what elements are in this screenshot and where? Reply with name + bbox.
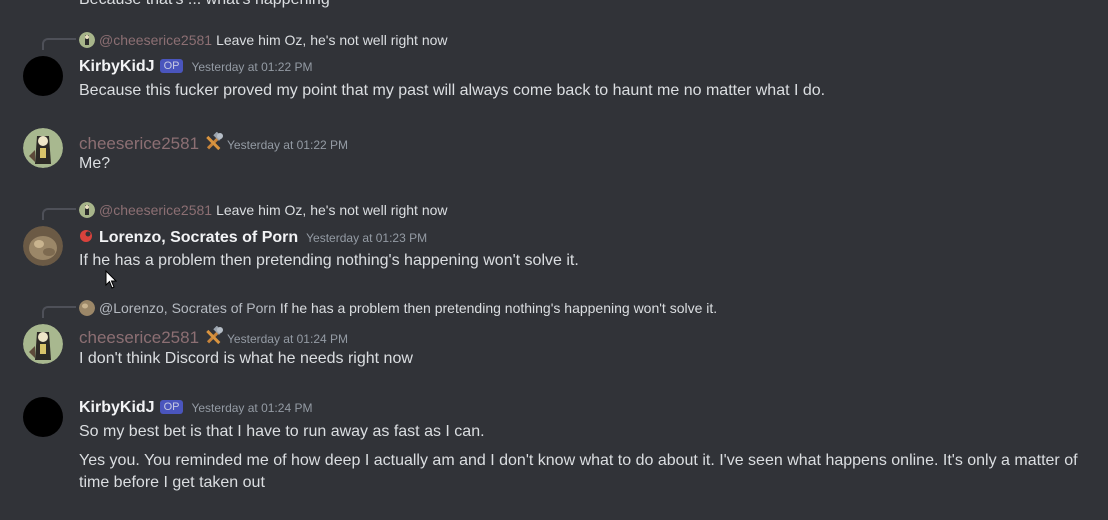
message-content: If he has a problem then pretending noth…: [79, 252, 579, 269]
reply-connector: [42, 306, 76, 318]
username[interactable]: cheeserice2581: [79, 328, 199, 348]
message-content: Yes you. You reminded me of how deep I a…: [79, 452, 1078, 491]
avatar[interactable]: [23, 324, 63, 364]
reply-author[interactable]: @Lorenzo, Socrates of Porn: [99, 300, 276, 316]
red-role-icon: [80, 230, 92, 242]
username[interactable]: Lorenzo, Socrates of Porn: [99, 229, 298, 247]
timestamp: Yesterday at 01:24 PM: [227, 332, 348, 346]
reply-preview[interactable]: @cheeserice2581 Leave him Oz, he's not w…: [79, 201, 448, 219]
username[interactable]: cheeserice2581: [79, 134, 199, 154]
timestamp: Yesterday at 01:24 PM: [191, 401, 313, 415]
timestamp: Yesterday at 01:23 PM: [306, 231, 428, 245]
hammer-wrench-icon: [206, 326, 224, 345]
message-header: Lorenzo, Socrates of Porn Yesterday at 0…: [79, 228, 427, 247]
lorenzo-avatar-icon: [23, 226, 63, 266]
op-badge: OP: [159, 59, 184, 73]
reply-connector: [42, 208, 76, 220]
chat-message-list[interactable]: Because that's ... what's happening @che…: [0, 0, 1108, 520]
message-header: cheeserice2581 Yesterday at 01:24 PM: [79, 323, 348, 348]
op-badge: OP: [159, 400, 184, 414]
message-content: Me?: [79, 155, 111, 172]
timestamp: Yesterday at 01:22 PM: [191, 60, 313, 74]
reply-connector: [42, 38, 76, 50]
message-header: KirbyKidJ OP Yesterday at 01:24 PM: [79, 399, 312, 417]
reply-text: Leave him Oz, he's not well right now: [216, 202, 448, 218]
reply-preview[interactable]: @cheeserice2581 Leave him Oz, he's not w…: [79, 31, 448, 49]
reply-avatar-icon: [79, 300, 95, 316]
message-content: So my best bet is that I have to run awa…: [79, 423, 485, 440]
username[interactable]: KirbyKidJ: [79, 58, 155, 76]
username[interactable]: KirbyKidJ: [79, 399, 155, 417]
hammer-wrench-icon: [206, 132, 224, 151]
reply-text: Leave him Oz, he's not well right now: [216, 32, 448, 48]
reply-author[interactable]: @cheeserice2581: [99, 202, 212, 218]
cheese-avatar-icon: [23, 324, 63, 364]
message-content: I don't think Discord is what he needs r…: [79, 350, 413, 367]
reply-avatar-icon: [79, 32, 95, 48]
reply-text: If he has a problem then pretending noth…: [279, 300, 718, 316]
reply-author[interactable]: @cheeserice2581: [99, 32, 212, 48]
previous-message-fragment: Because that's ... what's happening: [79, 0, 330, 9]
cheese-avatar-icon: [23, 128, 63, 168]
avatar[interactable]: [23, 397, 63, 437]
reply-preview[interactable]: @Lorenzo, Socrates of Porn If he has a p…: [79, 299, 717, 317]
reply-avatar-icon: [79, 202, 95, 218]
mouse-cursor-icon: [105, 270, 117, 289]
avatar[interactable]: [23, 128, 63, 168]
message-header: cheeserice2581 Yesterday at 01:22 PM: [79, 129, 348, 154]
message-header: KirbyKidJ OP Yesterday at 01:22 PM: [79, 58, 312, 76]
message-content: Because this fucker proved my point that…: [79, 82, 826, 99]
timestamp: Yesterday at 01:22 PM: [227, 138, 348, 152]
avatar[interactable]: [23, 56, 63, 96]
avatar[interactable]: [23, 226, 63, 266]
